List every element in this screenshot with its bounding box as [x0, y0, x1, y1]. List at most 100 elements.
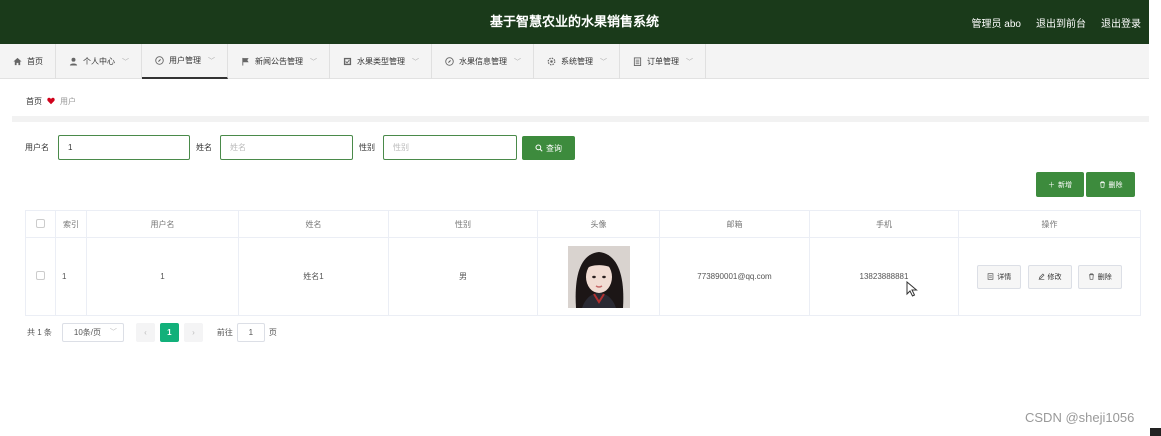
edit-button[interactable]: 修改 [1027, 264, 1072, 289]
right-edge [1149, 0, 1161, 436]
nav-fruit-type-management[interactable]: 水果类型管理 ﹀ [330, 44, 432, 79]
nav-label: 系统管理 [561, 57, 593, 66]
table-row: 1 1 姓名1 男 773890001@qq.com 13823888881 详… [25, 237, 1141, 316]
col-username: 用户名 [86, 210, 239, 238]
delete-label: 删除 [1108, 181, 1123, 189]
nav-personal-center[interactable]: 个人中心 ﹀ [56, 44, 142, 79]
nav-label: 用户管理 [169, 56, 201, 65]
compass-icon [154, 56, 164, 66]
admin-user-label[interactable]: 管理员 abo [972, 15, 1021, 30]
edit-label: 修改 [1047, 273, 1062, 281]
cell-phone: 13823888881 [809, 237, 959, 316]
row-delete-label: 删除 [1097, 273, 1112, 281]
chevron-down-icon: ﹀ [208, 57, 215, 65]
logout-link[interactable]: 退出登录 [1101, 15, 1141, 30]
cell-username: 1 [86, 237, 239, 316]
user-table: 索引 用户名 姓名 性别 头像 邮箱 手机 操作 1 1 姓名1 男 77389… [25, 210, 1141, 316]
col-phone: 手机 [809, 210, 959, 238]
chevron-down-icon: ﹀ [600, 58, 607, 66]
exit-to-front-link[interactable]: 退出到前台 [1036, 15, 1086, 30]
gender-input[interactable] [383, 135, 517, 160]
cell-email: 773890001@qq.com [659, 237, 810, 316]
avatar[interactable] [567, 245, 630, 308]
header-links: 管理员 abo 退出到前台 退出登录 [972, 0, 1141, 44]
content-panel: 用户名 姓名 性别 查询 ＋ 新增 删除 索引 用户名 姓名 性别 头像 邮箱 [12, 122, 1149, 352]
nav-user-management[interactable]: 用户管理 ﹀ [142, 44, 228, 79]
chevron-down-icon: ﹀ [412, 58, 419, 66]
username-input[interactable] [58, 135, 190, 160]
col-name: 姓名 [238, 210, 389, 238]
detail-label: 详情 [997, 273, 1012, 281]
chevron-down-icon: ﹀ [122, 58, 129, 66]
nav-label: 水果信息管理 [459, 57, 507, 66]
delete-button[interactable]: 删除 [1086, 172, 1135, 197]
row-checkbox[interactable] [36, 271, 45, 280]
compass-icon [444, 57, 454, 67]
col-email: 邮箱 [659, 210, 810, 238]
trash-icon [1088, 273, 1094, 280]
nav-label: 订单管理 [647, 57, 679, 66]
goto-page-input[interactable]: 1 [236, 322, 265, 342]
search-icon [535, 144, 543, 152]
page-unit-label: 页 [268, 327, 277, 337]
row-delete-button[interactable]: 删除 [1077, 264, 1122, 289]
watermark: CSDN @sheji1056 [1025, 410, 1135, 425]
select-all-checkbox[interactable] [36, 218, 45, 228]
nav-label: 水果类型管理 [357, 57, 405, 66]
document-icon [987, 273, 994, 280]
table-header-row: 索引 用户名 姓名 性别 头像 邮箱 手机 操作 [25, 210, 1141, 238]
select-all-cell [25, 210, 56, 238]
flag-icon [240, 57, 250, 67]
chevron-down-icon: ﹀ [310, 58, 317, 66]
mouse-cursor-icon [906, 281, 918, 297]
query-button[interactable]: 查询 [522, 136, 575, 160]
cell-actions: 详情 修改 删除 [958, 237, 1141, 316]
col-index: 索引 [55, 210, 87, 238]
nav-order-management[interactable]: 订单管理 ﹀ [620, 44, 706, 79]
col-gender: 性别 [388, 210, 538, 238]
pencil-icon [1038, 273, 1044, 280]
add-label: 新增 [1058, 181, 1072, 189]
square-icon [342, 57, 352, 67]
chevron-down-icon: ﹀ [686, 58, 693, 66]
main-nav: 首页 个人中心 ﹀ 用户管理 ﹀ 新闻公告管理 ﹀ 水果类型管理 ﹀ 水果信息管… [0, 44, 1149, 79]
name-label: 姓名 [196, 143, 212, 152]
corner-mark [1150, 428, 1161, 436]
add-button[interactable]: ＋ 新增 [1036, 172, 1084, 197]
list-icon [632, 57, 642, 67]
cell-index: 1 [55, 237, 87, 316]
cell-avatar [537, 237, 660, 316]
plus-icon: ＋ [1048, 181, 1055, 189]
nav-label: 新闻公告管理 [255, 57, 303, 66]
nav-label: 个人中心 [83, 57, 115, 66]
top-header: 基于智慧农业的水果销售系统 管理员 abo 退出到前台 退出登录 [0, 0, 1149, 44]
pager-total: 共 1 条 [27, 327, 52, 337]
user-icon [68, 57, 78, 67]
goto-label: 前往 [216, 327, 233, 337]
page-number-current[interactable]: 1 [159, 322, 179, 342]
nav-fruit-info-management[interactable]: 水果信息管理 ﹀ [432, 44, 534, 79]
cell-name: 姓名1 [238, 237, 389, 316]
breadcrumb-home[interactable]: 首页 [26, 96, 42, 107]
nav-news-management[interactable]: 新闻公告管理 ﹀ [228, 44, 330, 79]
chevron-down-icon: ﹀ [109, 329, 117, 336]
nav-system-management[interactable]: 系统管理 ﹀ [534, 44, 620, 79]
cell-gender: 男 [388, 237, 538, 316]
nav-home[interactable]: 首页 [0, 44, 56, 79]
page-size-select[interactable]: 10条/页 ﹀ [61, 322, 124, 342]
col-avatar: 头像 [537, 210, 660, 238]
breadcrumb: 首页 用户 [12, 86, 1149, 116]
search-form: 用户名 姓名 性别 查询 [12, 135, 712, 160]
name-input[interactable] [220, 135, 353, 160]
home-icon [12, 57, 22, 67]
row-select-cell [25, 237, 56, 316]
chevron-down-icon: ﹀ [514, 58, 521, 66]
pagination: 共 1 条 10条/页 ﹀ ‹ 1 › 前往 1 页 [27, 322, 277, 342]
prev-page-button[interactable]: ‹ [135, 322, 155, 342]
detail-button[interactable]: 详情 [977, 264, 1022, 289]
gender-label: 性别 [359, 143, 375, 152]
query-label: 查询 [546, 143, 562, 153]
trash-icon [1099, 181, 1105, 188]
next-page-button[interactable]: › [183, 322, 203, 342]
breadcrumb-current: 用户 [60, 96, 76, 106]
